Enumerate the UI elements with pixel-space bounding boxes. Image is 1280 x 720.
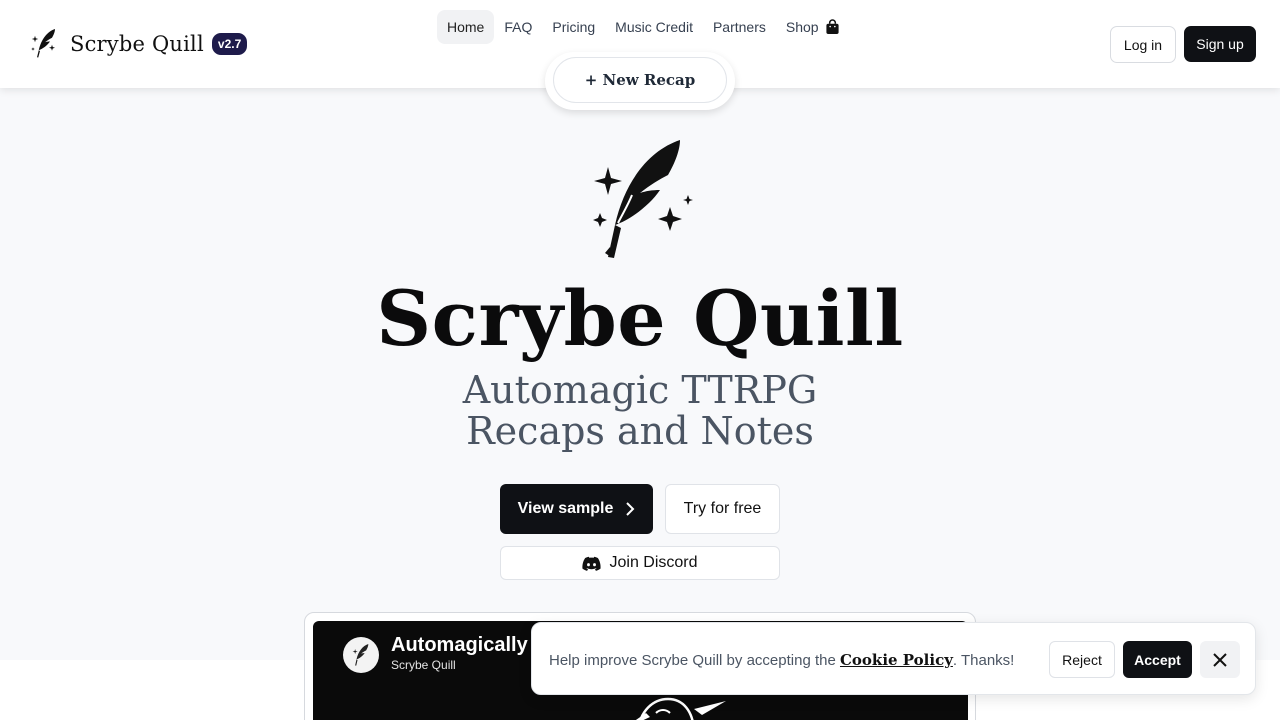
try-free-button[interactable]: Try for free bbox=[665, 484, 780, 534]
view-sample-button[interactable]: View sample bbox=[500, 484, 653, 534]
cookie-policy-link[interactable]: Cookie Policy bbox=[840, 651, 953, 669]
shopping-bag-icon[interactable] bbox=[825, 19, 840, 35]
discord-icon bbox=[582, 556, 602, 571]
nav-home[interactable]: Home bbox=[437, 10, 495, 44]
nav-faq[interactable]: FAQ bbox=[494, 10, 542, 44]
nav-shop[interactable]: Shop bbox=[776, 10, 829, 44]
view-sample-label: View sample bbox=[517, 500, 614, 517]
hero-subtitle-line1: Automagic TTRPG bbox=[462, 368, 818, 412]
login-button[interactable]: Log in bbox=[1110, 26, 1176, 63]
cookie-text-after: . Thanks! bbox=[952, 652, 1015, 669]
main-nav: Home FAQ Pricing Music Credit Partners S… bbox=[437, 10, 840, 44]
video-channel[interactable]: Scrybe Quill bbox=[391, 658, 456, 672]
channel-avatar[interactable] bbox=[343, 637, 379, 673]
quill-avatar-icon bbox=[352, 644, 369, 666]
video-title[interactable]: Automagically G bbox=[391, 634, 549, 657]
close-icon bbox=[1213, 652, 1227, 667]
accept-cookies-button[interactable]: Accept bbox=[1123, 641, 1192, 678]
quill-hero-logo-icon bbox=[593, 140, 693, 258]
nav-pricing[interactable]: Pricing bbox=[542, 10, 605, 44]
cookie-text-before: Help improve Scrybe Quill by accepting t… bbox=[549, 652, 840, 669]
brand-link[interactable]: Scrybe Quill v2.7 bbox=[30, 26, 248, 62]
auth-buttons: Log in Sign up bbox=[1110, 26, 1256, 63]
nav-partners[interactable]: Partners bbox=[703, 10, 776, 44]
video-thumbnail-art bbox=[635, 697, 726, 720]
reject-cookies-button[interactable]: Reject bbox=[1049, 641, 1115, 678]
hero-subtitle-line2: Recaps and Notes bbox=[466, 409, 814, 453]
quill-logo-icon bbox=[31, 29, 55, 58]
join-discord-label: Join Discord bbox=[609, 554, 698, 571]
cookie-message: Help improve Scrybe Quill by accepting t… bbox=[549, 651, 1014, 669]
new-recap-button[interactable]: + New Recap bbox=[553, 57, 727, 103]
nav-music-credit[interactable]: Music Credit bbox=[605, 10, 703, 44]
join-discord-button[interactable]: Join Discord bbox=[500, 546, 780, 580]
new-recap-container: + New Recap bbox=[545, 52, 735, 110]
cookie-banner: Help improve Scrybe Quill by accepting t… bbox=[531, 622, 1256, 695]
version-badge: v2.7 bbox=[211, 33, 248, 55]
signup-button[interactable]: Sign up bbox=[1184, 26, 1256, 62]
hero-subtitle: Automagic TTRPG Recaps and Notes bbox=[0, 370, 1280, 452]
chevron-right-icon bbox=[626, 502, 635, 516]
brand-name: Scrybe Quill bbox=[70, 32, 204, 56]
hero-title: Scrybe Quill bbox=[376, 274, 904, 363]
close-cookie-button[interactable] bbox=[1200, 641, 1240, 678]
